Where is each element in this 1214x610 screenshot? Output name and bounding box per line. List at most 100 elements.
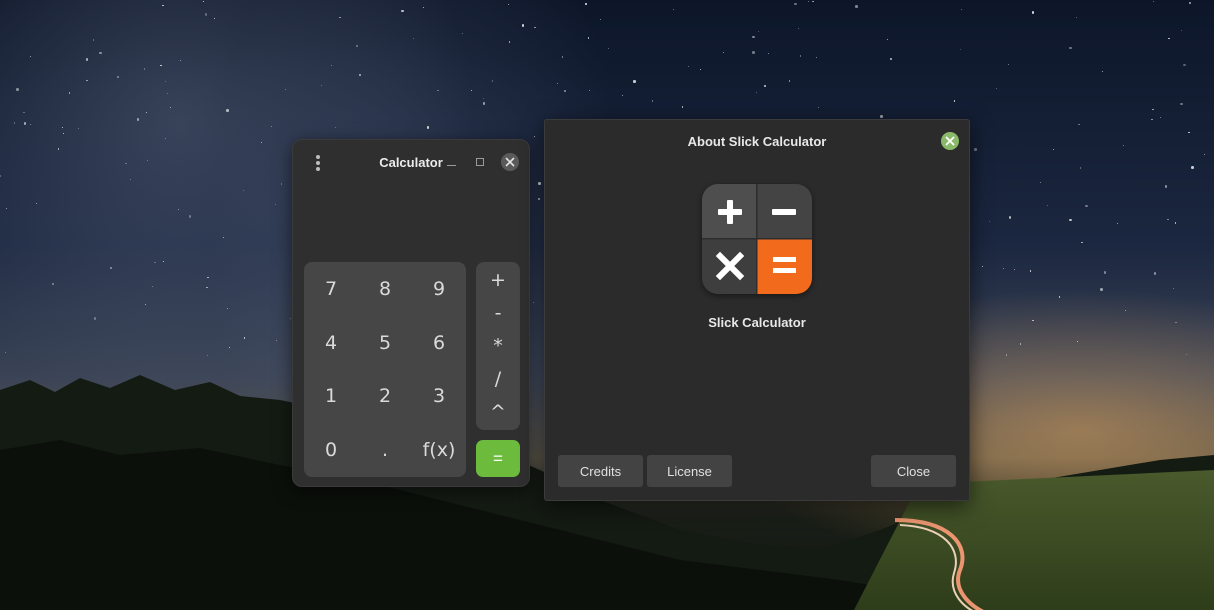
credits-button[interactable]: Credits: [558, 455, 643, 487]
road-light-trail: [894, 518, 984, 610]
star: [207, 277, 209, 279]
star: [1029, 270, 1032, 272]
star: [1002, 267, 1005, 269]
star: [1102, 71, 1104, 73]
star: [226, 109, 229, 112]
star: [482, 102, 486, 105]
star: [339, 16, 341, 18]
star: [1046, 205, 1049, 207]
star: [426, 126, 430, 129]
star: [1180, 102, 1183, 106]
star: [1013, 268, 1016, 271]
star: [1175, 321, 1177, 323]
star: [14, 122, 16, 124]
star: [961, 8, 963, 11]
star: [29, 55, 31, 57]
star: [166, 92, 169, 95]
star: [988, 221, 990, 223]
star: [1168, 37, 1170, 39]
star: [226, 308, 228, 310]
star: [1175, 222, 1177, 224]
star: [77, 128, 79, 130]
star: [538, 182, 541, 185]
close-icon[interactable]: [501, 153, 519, 171]
key-1[interactable]: 1: [304, 370, 358, 424]
star: [886, 39, 889, 41]
maximize-icon[interactable]: [476, 158, 484, 166]
star: [93, 317, 97, 320]
key-9[interactable]: 9: [412, 262, 466, 316]
star: [1081, 241, 1083, 244]
star: [1180, 29, 1182, 32]
number-pad: 7 8 9 4 5 6 1 2 3 0 . f(x): [304, 262, 466, 477]
key-2[interactable]: 2: [358, 370, 412, 424]
star: [537, 197, 541, 201]
key-6[interactable]: 6: [412, 316, 466, 370]
star: [1151, 118, 1153, 120]
star: [117, 76, 119, 78]
star: [358, 73, 362, 77]
star: [330, 64, 333, 67]
key-7[interactable]: 7: [304, 262, 358, 316]
calculator-display: [305, 192, 517, 254]
key-0[interactable]: 0: [304, 423, 358, 477]
star: [180, 60, 182, 62]
key-5[interactable]: 5: [358, 316, 412, 370]
star: [561, 56, 563, 58]
star: [154, 262, 156, 264]
star: [178, 209, 180, 211]
close-icon[interactable]: [941, 132, 959, 150]
key-divide[interactable]: /: [476, 364, 520, 394]
star: [223, 236, 225, 238]
star: [125, 163, 127, 165]
key-3[interactable]: 3: [412, 370, 466, 424]
star: [959, 49, 961, 51]
star: [160, 65, 162, 67]
star: [757, 31, 759, 33]
star: [799, 55, 802, 57]
star: [86, 79, 88, 82]
star: [755, 91, 757, 93]
star: [206, 286, 208, 288]
star: [280, 183, 282, 185]
star: [508, 41, 510, 43]
star: [818, 106, 820, 108]
key-plus[interactable]: +: [476, 265, 520, 295]
star: [144, 304, 147, 306]
star: [1191, 166, 1194, 169]
star: [1031, 11, 1034, 14]
close-button[interactable]: Close: [871, 455, 956, 487]
star: [1100, 288, 1103, 291]
star: [61, 126, 64, 128]
star: [165, 80, 167, 82]
key-4[interactable]: 4: [304, 316, 358, 370]
key-decimal[interactable]: .: [358, 423, 412, 477]
calculator-title: Calculator: [379, 155, 443, 170]
star: [461, 32, 463, 34]
key-function[interactable]: f(x): [412, 423, 466, 477]
star: [1117, 222, 1119, 225]
star: [162, 260, 164, 262]
star: [1188, 1, 1192, 5]
star: [974, 148, 977, 151]
minimize-icon[interactable]: [446, 154, 458, 168]
star: [1125, 309, 1127, 311]
key-8[interactable]: 8: [358, 262, 412, 316]
key-multiply[interactable]: *: [476, 331, 520, 361]
key-minus[interactable]: -: [476, 298, 520, 328]
key-power[interactable]: ^: [476, 397, 520, 427]
star: [110, 267, 112, 269]
star: [764, 85, 766, 87]
star: [789, 80, 791, 82]
star: [807, 1, 809, 3]
star: [767, 52, 770, 54]
star: [143, 68, 146, 70]
star: [1078, 124, 1080, 126]
star: [521, 24, 525, 27]
star: [130, 178, 132, 180]
equals-button[interactable]: =: [476, 440, 520, 477]
star: [35, 202, 37, 205]
star: [1085, 204, 1088, 208]
license-button[interactable]: License: [647, 455, 732, 487]
star: [146, 159, 148, 162]
